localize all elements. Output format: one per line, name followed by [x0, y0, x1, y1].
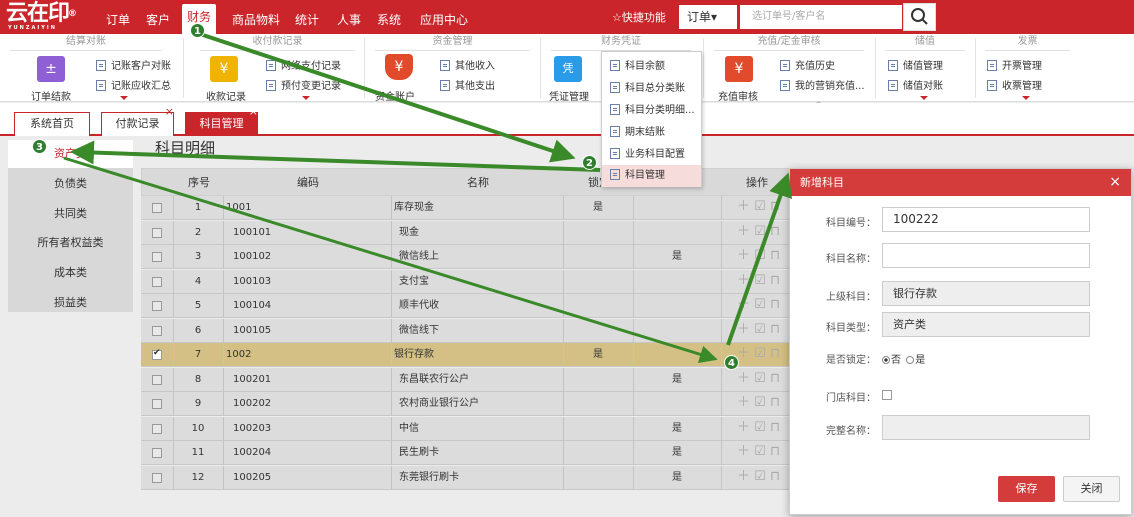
step-badge-2: 2 — [582, 155, 597, 170]
step-badge-4: 4 — [724, 355, 739, 370]
step-badge-1: 1 — [190, 23, 205, 38]
arrow-4-to-dialog — [726, 172, 793, 346]
annotation-arrows — [63, 32, 793, 364]
arrow-2-to-3 — [70, 140, 601, 172]
arrow-3-to-4 — [63, 156, 718, 364]
arrow-1-to-2 — [199, 32, 576, 163]
step-badge-3: 3 — [32, 139, 47, 154]
